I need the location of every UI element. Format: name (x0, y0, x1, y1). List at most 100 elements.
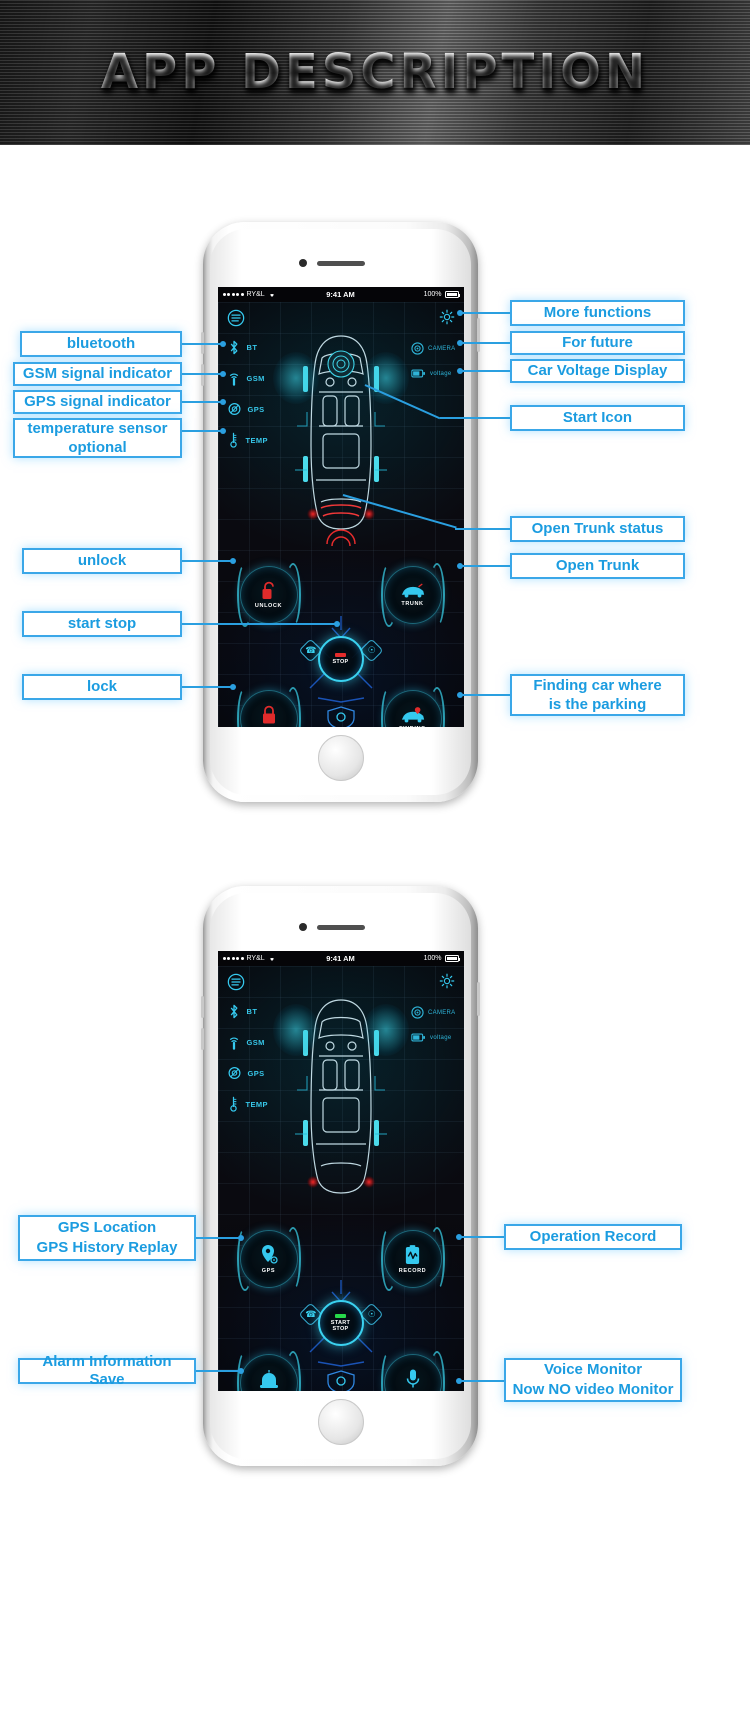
callout-more-functions: More functions (510, 300, 685, 326)
siren-icon (259, 1370, 278, 1388)
leader-lock (182, 686, 233, 688)
voltage-battery-icon (411, 1033, 425, 1042)
callout-temperature-line1: temperature sensor (27, 420, 168, 437)
app-screen-two: BT GSM GPS TEMP CAMERA voltage GPS RECOR… (217, 966, 464, 1391)
rail-label-camera: CAMERA (428, 345, 456, 352)
rail-item-gps[interactable]: GPS (228, 402, 268, 416)
leader-alarm-info (196, 1370, 241, 1372)
status-rail-left-one: BT GSM GPS TEMP (228, 340, 268, 448)
record-button[interactable]: RECORD (380, 1227, 445, 1291)
rail-item-voltage[interactable]: voltage (411, 369, 451, 378)
leader-dot-more-functions (457, 310, 463, 316)
callout-gps-location-line2: GPS History Replay (36, 1239, 178, 1256)
home-button[interactable] (317, 735, 364, 781)
headlamp-glow-right (362, 352, 409, 404)
monitor-button[interactable]: MONITOR (380, 1351, 445, 1391)
open-padlock-icon (262, 581, 274, 599)
finding-button[interactable]: FINDING (380, 687, 445, 727)
callout-for-future: For future (510, 331, 685, 355)
menu-icon[interactable] (227, 309, 245, 332)
microphone-icon (406, 1369, 419, 1388)
rail-label-voltage: voltage (430, 370, 452, 377)
callout-more-functions-label: More functions (543, 304, 652, 321)
shield-gear-icon[interactable] (326, 706, 356, 727)
callout-gps: GPS signal indicator (13, 390, 182, 414)
page-banner: APP DESCRIPTION (0, 0, 750, 145)
leader-open-trunk (460, 565, 510, 567)
battery-icon (444, 291, 460, 298)
callout-start-stop-label: start stop (67, 615, 137, 632)
callout-unlock-label: unlock (77, 552, 127, 569)
volume-down-button[interactable] (201, 1028, 204, 1050)
status-bar-one: RY&L 9:41 AM 100% (218, 287, 464, 302)
status-bar-two: RY&L 9:41 AM 100% (218, 951, 464, 966)
callout-for-future-label: For future (562, 334, 633, 351)
power-button[interactable] (477, 982, 480, 1016)
callout-open-trunk-status-label: Open Trunk status (531, 520, 664, 537)
start-stop-line2: STOP (332, 1326, 349, 1332)
trunk-button[interactable]: TRUNK (380, 563, 445, 627)
rail-item-bt[interactable]: BT (228, 1004, 268, 1019)
callout-finding-car-line2: is the parking (548, 696, 647, 713)
rail-item-temp[interactable]: TEMP (228, 1096, 268, 1112)
headlamp-glow-right (362, 1004, 409, 1056)
status-rail-right-one: CAMERA voltage (411, 342, 455, 378)
gear-icon[interactable] (439, 309, 455, 330)
start-stop-button[interactable]: START STOP (317, 1300, 364, 1346)
gps-button[interactable]: GPS (236, 1227, 301, 1291)
front-camera-icon (298, 923, 307, 931)
volume-up-button[interactable] (201, 996, 204, 1018)
callout-open-trunk-status: Open Trunk status (510, 516, 685, 542)
rail-label-voltage: voltage (430, 1034, 452, 1041)
phone-mockup-two: RY&L 9:41 AM 100% BT GSM GPS TEMP CAMERA… (201, 886, 480, 1466)
stop-button[interactable]: STOP (317, 636, 364, 682)
rail-item-camera[interactable]: CAMERA (411, 342, 455, 355)
menu-icon[interactable] (227, 973, 245, 996)
taillight-right (362, 1176, 375, 1188)
gear-icon[interactable] (439, 973, 455, 994)
leader-dot-lock (230, 684, 236, 690)
callout-car-voltage-label: Car Voltage Display (527, 362, 668, 379)
record-button-label: RECORD (398, 1267, 427, 1274)
unlock-button[interactable]: UNLOCK (236, 563, 301, 627)
alarm-button[interactable]: ALARM (236, 1351, 301, 1391)
leader-start-stop (182, 623, 337, 625)
callout-open-trunk-label: Open Trunk (555, 557, 640, 574)
rail-item-temp[interactable]: TEMP (228, 432, 268, 448)
volume-down-button[interactable] (201, 364, 204, 386)
callout-alarm-info-label: Alarm Information Save (42, 1353, 172, 1388)
taillight-right (362, 508, 375, 520)
callout-start-stop: start stop (22, 611, 182, 637)
callout-gsm: GSM signal indicator (13, 362, 182, 386)
callout-alarm-info: Alarm Information Save (18, 1353, 196, 1388)
taillight-left (306, 1176, 319, 1188)
thermometer-icon (229, 432, 237, 448)
rail-item-gsm[interactable]: GSM (228, 371, 268, 386)
rail-item-gsm[interactable]: GSM (228, 1035, 268, 1050)
trunk-button-label: TRUNK (401, 601, 424, 607)
rail-item-camera[interactable]: CAMERA (411, 1006, 455, 1019)
lock-button[interactable]: LOCK (236, 687, 301, 727)
callout-voice-monitor-line1: Voice Monitor (543, 1361, 643, 1378)
rail-item-bt[interactable]: BT (228, 340, 268, 355)
rail-label-gps: GPS (247, 1068, 265, 1078)
power-button[interactable] (477, 318, 480, 352)
page-title: APP DESCRIPTION (0, 44, 750, 100)
leader-open-trunk-status (455, 528, 510, 530)
leader-dot-gps (220, 399, 226, 405)
leader-for-future (460, 342, 510, 344)
bluetooth-icon (230, 1004, 237, 1019)
home-button[interactable] (317, 1399, 364, 1445)
rail-item-voltage[interactable]: voltage (411, 1033, 451, 1042)
rail-label-bt: BT (246, 343, 258, 352)
callout-start-icon: Start Icon (510, 405, 685, 431)
headlamp-glow-left (272, 352, 319, 404)
leader-unlock (182, 560, 233, 562)
rail-item-gps[interactable]: GPS (228, 1066, 268, 1080)
phone-mockup-one: RY&L 9:41 AM 100% BT GSM GPS TEMP CAMERA… (201, 222, 480, 802)
shield-gear-icon[interactable] (326, 1370, 356, 1391)
leader-operation-record (459, 1236, 504, 1238)
callout-bluetooth: bluetooth (20, 331, 182, 357)
battery-icon (444, 955, 460, 962)
leader-gsm (182, 373, 223, 375)
